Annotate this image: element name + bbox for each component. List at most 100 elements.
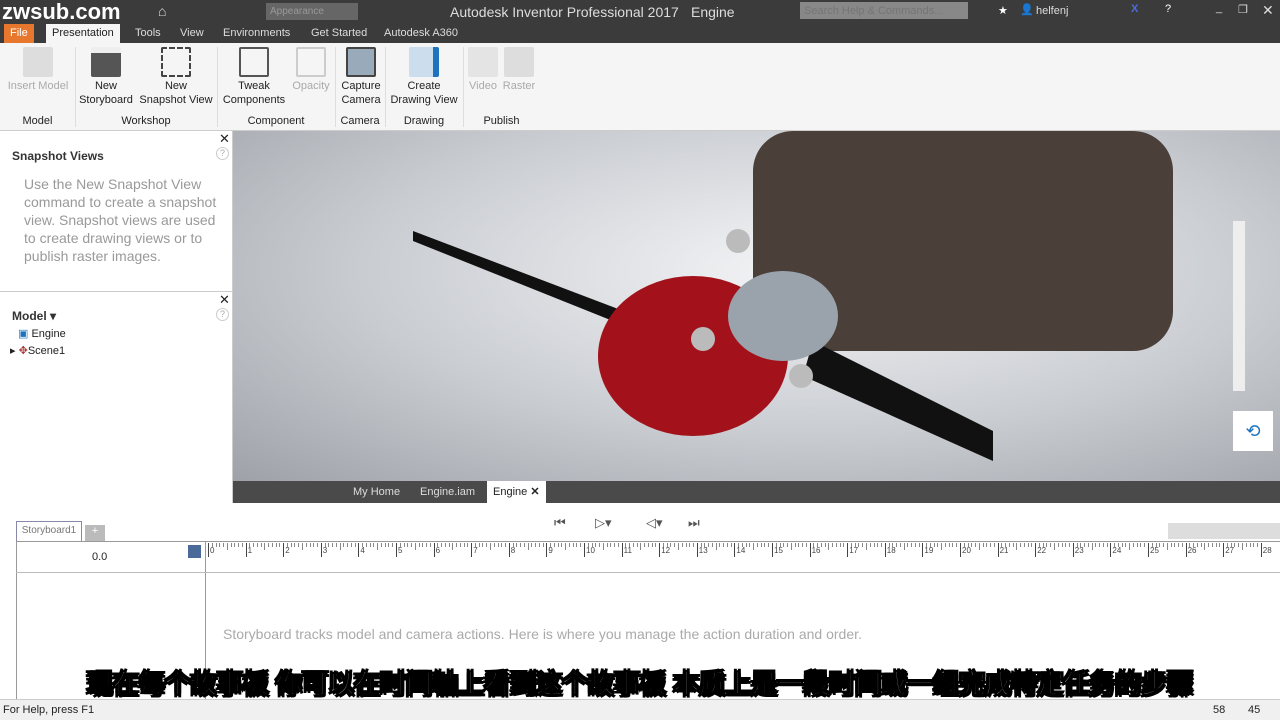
group-model: Model: [22, 115, 53, 127]
ruler-minor-tick: [674, 543, 676, 547]
current-time[interactable]: 0.0: [92, 551, 107, 563]
model-dropdown[interactable]: Model ▾: [12, 309, 56, 323]
ruler-minor-tick: [862, 543, 864, 547]
ruler-tick-label: 8: [508, 543, 515, 557]
go-to-start-button[interactable]: ⏮: [554, 515, 566, 531]
ruler-minor-tick: [606, 543, 608, 547]
user-name[interactable]: helfenj: [1036, 5, 1068, 17]
ruler-minor-tick: [429, 543, 431, 547]
ruler-tick-label: 28: [1260, 543, 1272, 557]
close-button[interactable]: ✕: [1262, 2, 1274, 19]
ruler-minor-tick: [576, 543, 578, 547]
create-drawing-view-button[interactable]: Create Drawing View: [388, 47, 460, 107]
tab-file[interactable]: File: [4, 24, 34, 43]
ruler-tick-label: 18: [884, 543, 896, 557]
play-button[interactable]: ▷▾: [595, 515, 612, 531]
help-icon[interactable]: ?: [1165, 3, 1171, 15]
insert-model-button[interactable]: Insert Model: [4, 47, 72, 93]
close-tab-icon: ✕: [530, 486, 540, 498]
ruler-minor-tick: [407, 543, 409, 547]
home-icon[interactable]: ⌂: [158, 3, 166, 19]
play-reverse-button[interactable]: ◁▾: [646, 515, 663, 531]
ruler-minor-tick: [644, 543, 646, 547]
ruler-tick-label: 23: [1072, 543, 1084, 557]
ruler-minor-tick: [482, 543, 484, 547]
ruler-minor-tick: [990, 543, 992, 547]
favorites-icon[interactable]: ★: [998, 4, 1008, 17]
ruler-minor-tick: [1181, 543, 1183, 547]
ruler-minor-tick: [1031, 543, 1033, 547]
ruler-minor-tick: [1136, 543, 1138, 547]
snapshot-views-title: Snapshot Views: [12, 149, 104, 163]
ruler-minor-tick: [505, 543, 507, 547]
ruler-minor-tick: [350, 543, 352, 547]
ruler-minor-tick: [1023, 543, 1025, 547]
appearance-select[interactable]: Appearance: [266, 3, 358, 20]
search-input[interactable]: [800, 2, 968, 19]
ruler-minor-tick: [226, 543, 228, 550]
go-to-end-button[interactable]: ⏭: [688, 515, 700, 531]
ruler-minor-tick: [478, 543, 480, 547]
ruler-minor-tick: [444, 543, 446, 547]
tab-engine[interactable]: Engine ✕: [487, 481, 546, 503]
tab-environments[interactable]: Environments: [217, 24, 296, 43]
ruler-minor-tick: [268, 543, 270, 547]
ruler-minor-tick: [685, 543, 687, 547]
ruler-minor-tick: [1129, 543, 1131, 550]
ruler-minor-tick: [260, 543, 262, 547]
tab-get-started[interactable]: Get Started: [305, 24, 373, 43]
zoom-slider[interactable]: [1168, 523, 1280, 539]
add-storyboard-button[interactable]: +: [85, 525, 105, 541]
close-snapshot-panel[interactable]: ✕: [219, 131, 230, 147]
raster-icon: [504, 47, 534, 77]
timeline-ruler[interactable]: 0 1 2 3 4 5 6 7 8 9 10 11 12 13 14 15 16 17 18 19 20 21 22 23 24…: [206, 541, 1280, 561]
ruler-minor-tick: [568, 543, 570, 547]
tweak-components-button[interactable]: Tweak Components: [220, 47, 288, 107]
ruler-minor-tick: [1046, 543, 1048, 547]
navigation-bar: [1233, 221, 1245, 391]
tab-presentation[interactable]: Presentation: [46, 24, 120, 43]
user-icon[interactable]: 👤: [1020, 3, 1034, 16]
tab-view[interactable]: View: [174, 24, 210, 43]
tab-engine-iam[interactable]: Engine.iam: [414, 481, 481, 503]
restore-button[interactable]: ❐: [1238, 3, 1248, 16]
graphics-viewport[interactable]: ⟲: [233, 131, 1280, 481]
tab-my-home[interactable]: My Home: [347, 481, 406, 503]
minimize-button[interactable]: _: [1216, 2, 1222, 14]
new-storyboard-button[interactable]: New Storyboard: [76, 47, 136, 107]
new-snapshot-view-button[interactable]: New Snapshot View: [137, 47, 215, 107]
ruler-minor-tick: [535, 543, 537, 547]
ruler-minor-tick: [542, 543, 544, 547]
tree-item-engine[interactable]: ▣ Engine: [18, 327, 66, 340]
snapshot-icon: [161, 47, 191, 77]
ruler-minor-tick: [843, 543, 845, 547]
ruler-minor-tick: [911, 543, 913, 547]
status-bar: For Help, press F1 58 45: [0, 699, 1280, 720]
capture-camera-button[interactable]: Capture Camera: [338, 47, 384, 107]
exchange-icon[interactable]: X: [1131, 3, 1138, 15]
ruler-minor-tick: [1012, 543, 1014, 547]
storyboard-tab[interactable]: Storyboard1: [16, 521, 82, 541]
ruler-tick-label: 13: [696, 543, 708, 557]
opacity-button[interactable]: Opacity: [290, 47, 332, 93]
ribbon-panel: Insert Model New Storyboard New Snapshot V…: [0, 43, 1280, 131]
raster-button[interactable]: Raster: [502, 47, 536, 93]
ruler-minor-tick: [881, 543, 883, 547]
ruler-minor-tick: [1054, 543, 1055, 550]
ruler-tick-label: 1: [245, 543, 252, 557]
help-icon[interactable]: ?: [216, 308, 229, 321]
tab-a360[interactable]: Autodesk A360: [378, 24, 464, 43]
ruler-minor-tick: [681, 543, 683, 547]
ruler-minor-tick: [305, 543, 307, 547]
tab-tools[interactable]: Tools: [129, 24, 167, 43]
ruler-minor-tick: [798, 543, 800, 547]
ruler-minor-tick: [1170, 543, 1172, 547]
video-button[interactable]: Video: [466, 47, 500, 93]
tree-item-scene1[interactable]: ▸ ✥Scene1: [10, 344, 65, 357]
ruler-minor-tick: [715, 543, 717, 550]
help-icon[interactable]: ?: [216, 147, 229, 160]
ruler-minor-tick: [580, 543, 582, 547]
close-model-panel[interactable]: ✕: [219, 292, 230, 308]
ruler-minor-tick: [944, 543, 946, 547]
scratch-zone-icon[interactable]: [188, 545, 201, 558]
